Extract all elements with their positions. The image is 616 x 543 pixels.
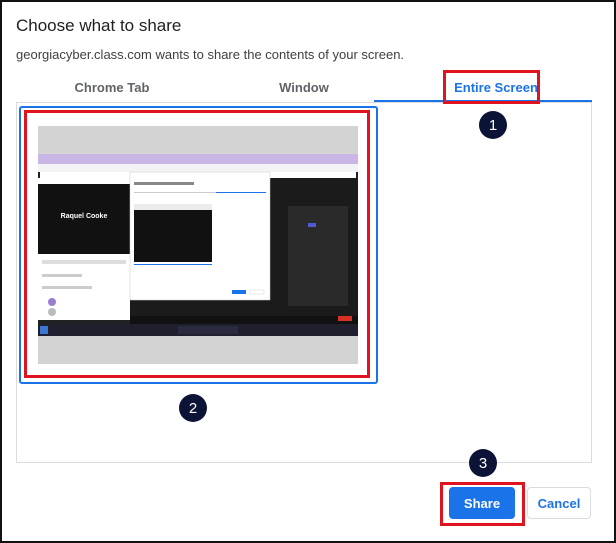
dialog-subtitle: georgiacyber.class.com wants to share th… [16, 47, 405, 62]
screen-preview-image: Raquel Cooke [38, 126, 358, 364]
screen-thumbnail: Raquel Cooke [38, 126, 358, 364]
tab-chrome-tab[interactable]: Chrome Tab [16, 72, 208, 102]
thumbnail-participant-name: Raquel Cooke [61, 213, 108, 220]
selected-tab-indicator [374, 100, 592, 102]
step-badge-2: 2 [179, 394, 207, 422]
step-badge-1: 1 [479, 111, 507, 139]
cancel-button[interactable]: Cancel [527, 487, 591, 519]
share-button[interactable]: Share [449, 487, 515, 519]
tab-window[interactable]: Window [208, 72, 400, 102]
tab-entire-screen[interactable]: Entire Screen [400, 72, 592, 102]
step-badge-3: 3 [469, 449, 497, 477]
share-source-tabs: Chrome Tab Window Entire Screen [16, 72, 592, 103]
dialog-title: Choose what to share [16, 16, 182, 35]
